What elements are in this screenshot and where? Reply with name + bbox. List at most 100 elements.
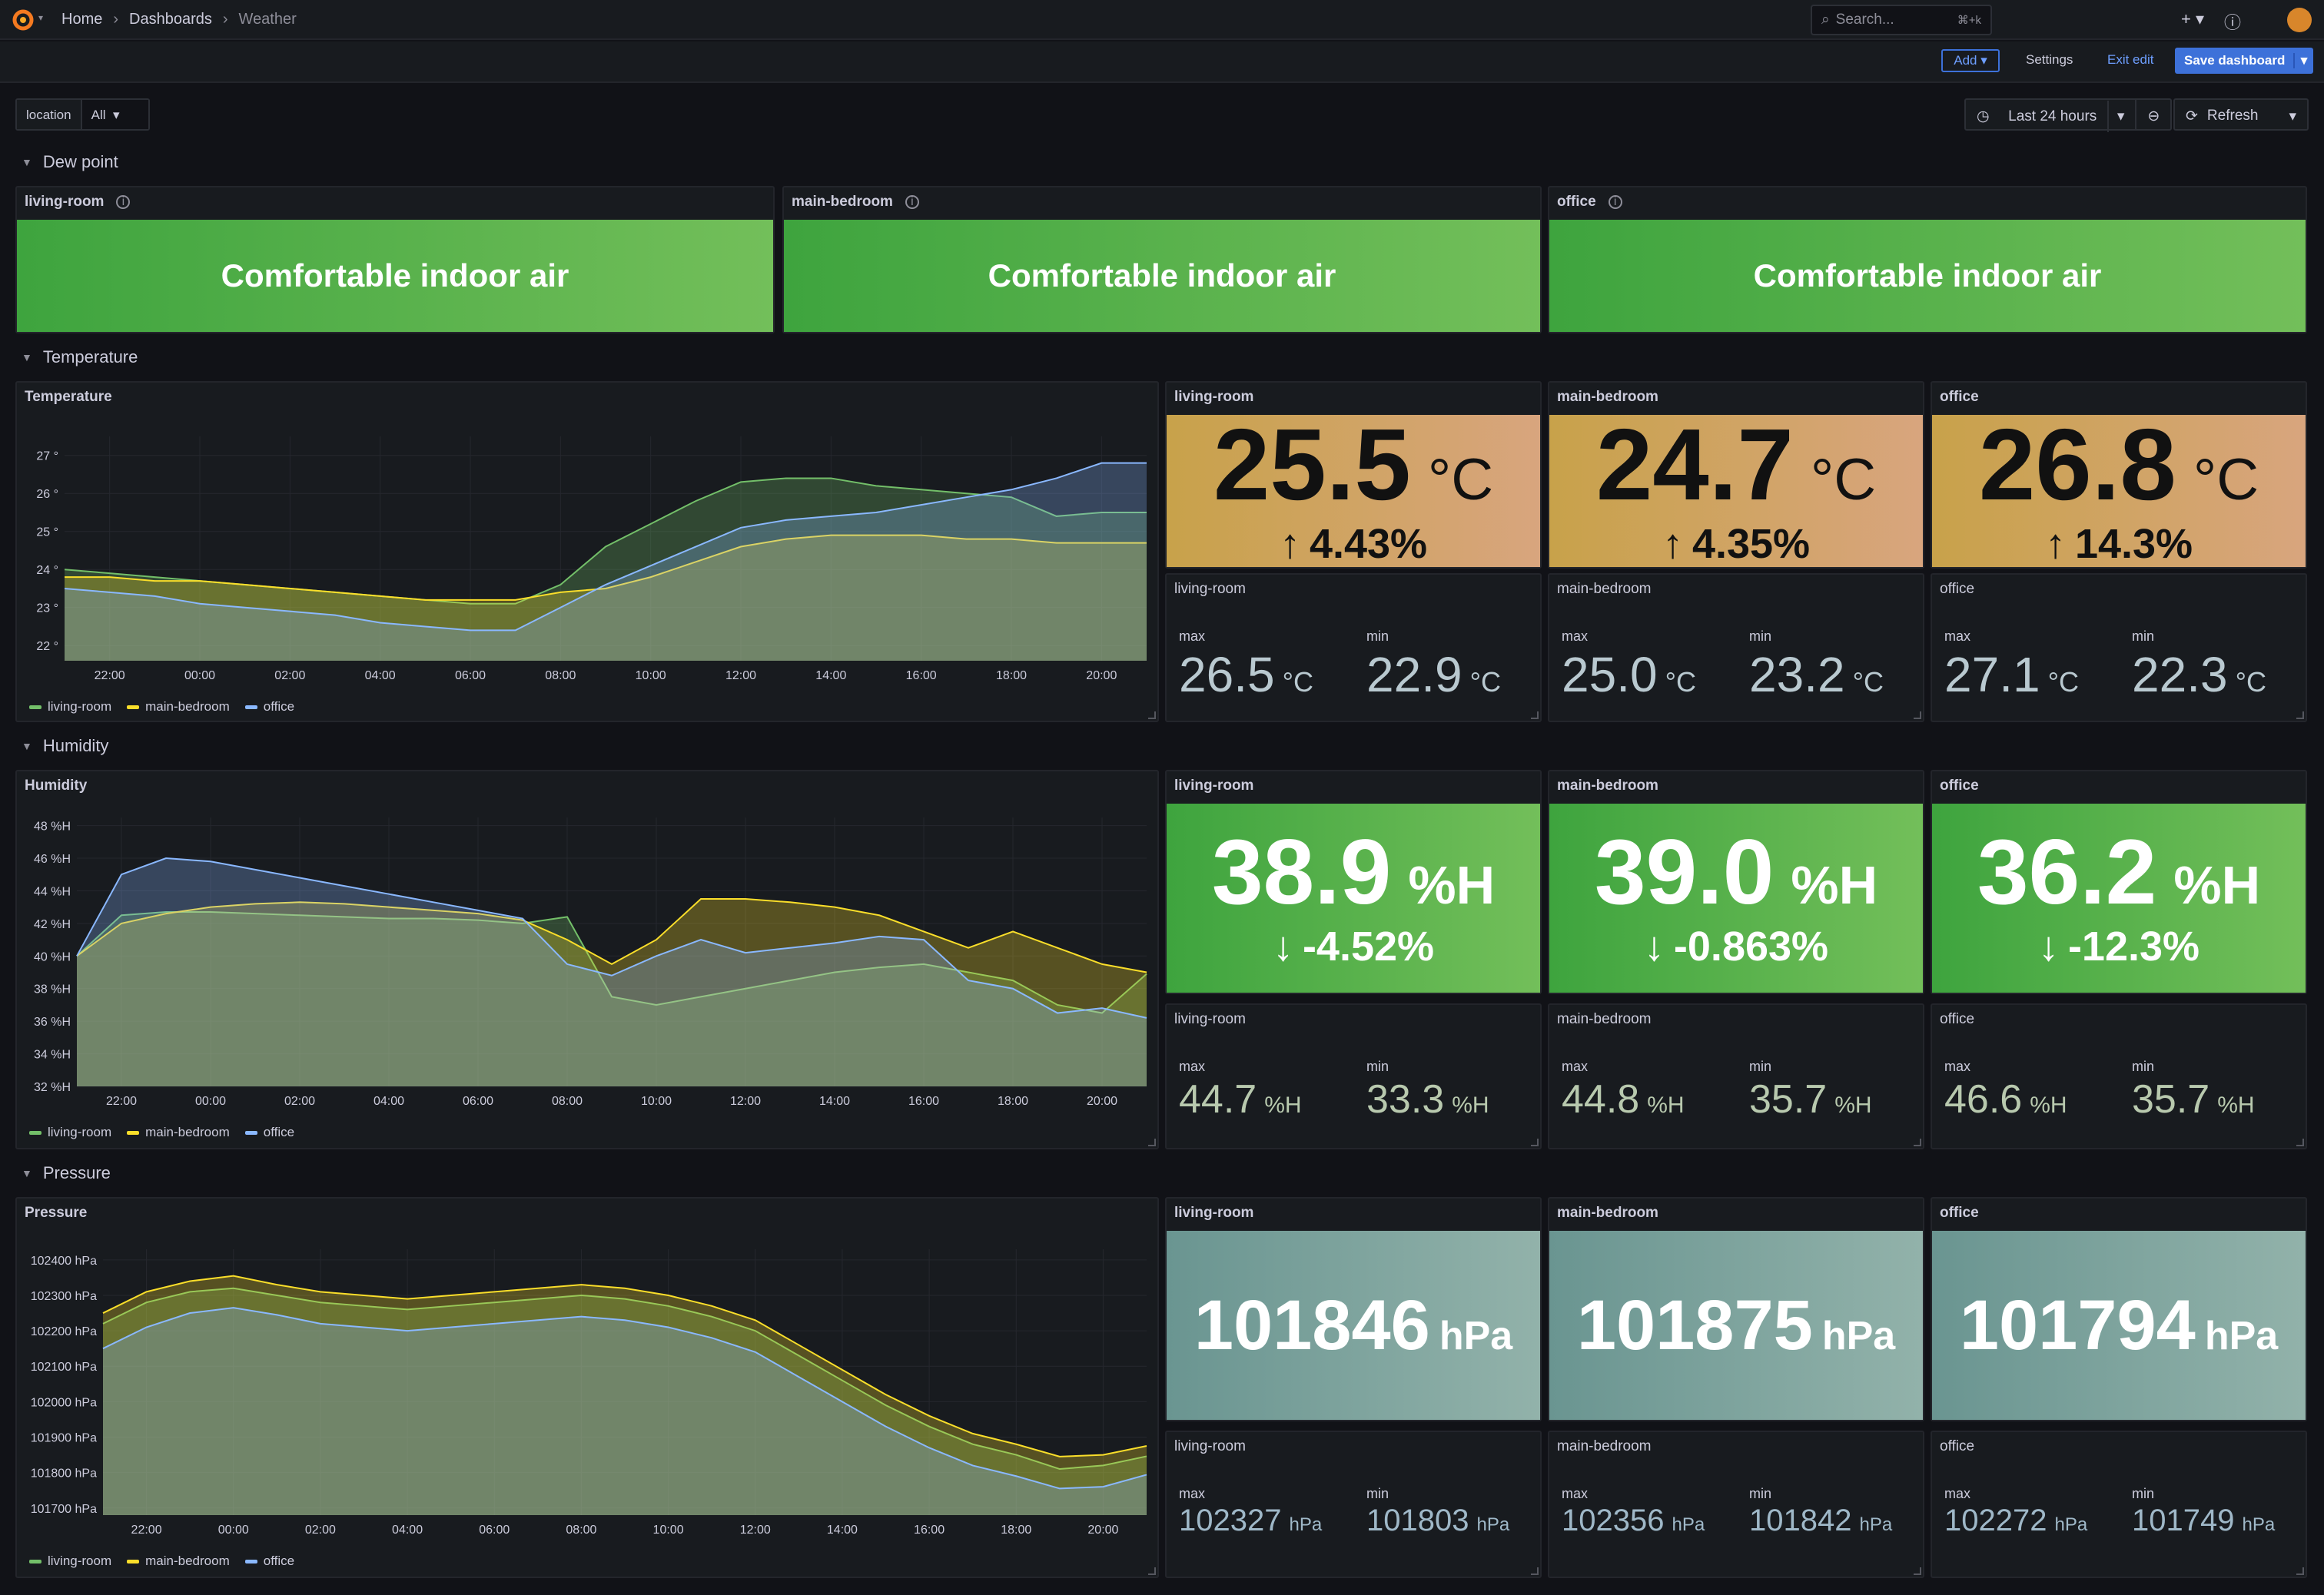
chart-svg: 22 ° 23 ° 24 ° 25 ° 26 ° 27 ° 22:00 00:00 02:00 0… (36, 436, 1147, 682)
resize-handle[interactable] (1914, 1567, 1921, 1575)
resize-handle[interactable] (1531, 711, 1539, 719)
info-icon[interactable]: i (1608, 195, 1622, 209)
resize-handle[interactable] (1914, 711, 1921, 719)
location-variable[interactable]: location All ▾ (15, 98, 150, 131)
resize-handle[interactable] (1531, 1139, 1539, 1146)
min-value: 35.7 (1749, 1077, 1828, 1122)
arrow-up-icon: ↑ (2044, 521, 2066, 567)
pressure-stat-panel: office 101794 hPa (1931, 1197, 2307, 1421)
time-picker[interactable]: ◷ Last 24 hours ▾ ⊖ (1964, 98, 2173, 132)
min-value: 35.7 (2132, 1077, 2210, 1122)
chart-svg: 32 %H 34 %H 36 %H 38 %H 40 %H 42 %H 44 %H 46 %H… (34, 817, 1147, 1108)
chevron-down-icon[interactable]: ▼ (22, 156, 32, 168)
chevron-down-icon[interactable]: ▾ (2289, 108, 2296, 124)
resize-handle[interactable] (2296, 1139, 2304, 1146)
avatar[interactable] (2287, 8, 2312, 32)
legend-swatch (127, 1130, 140, 1135)
save-dashboard-button[interactable]: Save dashboard ▾ (2175, 48, 2313, 74)
humidity-chart-panel: 32 %H 34 %H 36 %H 38 %H 40 %H 42 %H 44 %H 46 %H… (15, 770, 1159, 1149)
panel-title: office (1940, 1011, 1975, 1027)
info-icon[interactable]: i (905, 195, 919, 209)
legend-item[interactable]: main-bedroom (127, 1125, 230, 1140)
min-value: 22.9 (1366, 647, 1462, 702)
panel-title: office (1940, 389, 1979, 405)
y-tick-label: 42 %H (34, 918, 71, 931)
x-tick-label: 22:00 (95, 669, 125, 682)
x-tick-label: 08:00 (552, 1095, 583, 1108)
dew-panel-living-room: living-room i Comfortable indoor air (15, 186, 775, 333)
stat-number: 101875 (1576, 1286, 1813, 1365)
x-tick-label: 14:00 (819, 1095, 850, 1108)
row-header-temperature[interactable]: ▼ Temperature (22, 347, 138, 367)
chevron-down-icon[interactable]: ▼ (22, 1167, 32, 1179)
max-stat: max 25.0 °C (1562, 628, 1696, 703)
row-header-humidity[interactable]: ▼ Humidity (22, 736, 108, 756)
breadcrumb-dashboards[interactable]: Dashboards (129, 11, 212, 28)
resize-handle[interactable] (1148, 1567, 1156, 1575)
stat-number: 39.0 (1594, 821, 1775, 924)
arrow-down-icon: ↓ (1643, 924, 1665, 970)
resize-handle[interactable] (1148, 711, 1156, 719)
x-tick-label: 04:00 (365, 669, 396, 682)
legend-item[interactable]: office (244, 1125, 294, 1140)
settings-button[interactable]: Settings (2026, 52, 2073, 68)
chevron-down-icon[interactable]: ▼ (22, 740, 32, 752)
stat-value-box: 38.9 %H ↓ -4.52% (1167, 804, 1540, 993)
stat-value: 101794 hPa (1960, 1290, 2278, 1361)
row-header-pressure[interactable]: ▼ Pressure (22, 1163, 111, 1183)
resize-handle[interactable] (1531, 1567, 1539, 1575)
breadcrumb-home[interactable]: Home (61, 11, 102, 28)
legend-item[interactable]: office (244, 699, 294, 715)
y-tick-label: 102000 hPa (31, 1396, 97, 1409)
help-icon[interactable]: ⓘ (2224, 9, 2241, 34)
x-tick-label: 22:00 (106, 1095, 137, 1108)
panel-title: office (1940, 778, 1979, 794)
legend-item[interactable]: living-room (29, 1554, 111, 1569)
refresh-button[interactable]: ⟳ Refresh ▾ (2173, 98, 2309, 131)
legend-item[interactable]: living-room (29, 1125, 111, 1140)
chevron-down-icon[interactable]: ▾ (2293, 53, 2313, 68)
panel-title: main-bedroom (1557, 1011, 1652, 1027)
y-tick-label: 38 %H (34, 983, 71, 996)
exit-edit-button[interactable]: Exit edit (2107, 52, 2153, 68)
min-label: min (2132, 628, 2155, 644)
resize-handle[interactable] (1914, 1139, 1921, 1146)
x-tick-label: 20:00 (1087, 1095, 1117, 1108)
variable-select[interactable]: All ▾ (81, 100, 148, 129)
max-stat: max 44.7 %H (1179, 1059, 1302, 1122)
stat-value: 24.7 °C (1596, 414, 1876, 516)
refresh-label: Refresh (2206, 108, 2259, 124)
add-button[interactable]: Add ▾ (1941, 49, 2000, 72)
y-tick-label: 102100 hPa (31, 1361, 97, 1374)
grafana-logo-icon[interactable] (11, 8, 35, 32)
max-label: max (1944, 1059, 1971, 1074)
min-stat: min 101803 hPa (1366, 1486, 1509, 1538)
time-range[interactable]: ◷ Last 24 hours ▾ (1966, 100, 2137, 132)
zoom-out-icon[interactable]: ⊖ (2136, 100, 2170, 129)
y-tick-label: 36 %H (34, 1016, 71, 1029)
row-header-dew-point[interactable]: ▼ Dew point (22, 152, 118, 172)
legend-item[interactable]: living-room (29, 699, 111, 715)
logo-chevron-icon[interactable]: ▾ (38, 12, 43, 23)
resize-handle[interactable] (1148, 1139, 1156, 1146)
chevron-down-icon[interactable]: ▼ (22, 351, 32, 363)
legend-item[interactable]: main-bedroom (127, 699, 230, 715)
resize-handle[interactable] (2296, 711, 2304, 719)
min-unit: %H (1452, 1093, 1489, 1118)
stat-number: 24.7 (1595, 408, 1794, 521)
max-label: max (1179, 1059, 1206, 1074)
legend-item[interactable]: office (244, 1554, 294, 1569)
y-tick-label: 24 ° (36, 564, 58, 577)
search-input[interactable]: ⌕ Search... ⌘+k (1811, 5, 1992, 35)
min-value: 33.3 (1366, 1077, 1445, 1122)
resize-handle[interactable] (2296, 1567, 2304, 1575)
temperature-stat-panel: main-bedroom 24.7 °C ↑ 4.35% (1548, 381, 1924, 569)
legend-label: main-bedroom (145, 1554, 230, 1568)
add-button-label: Add (1954, 53, 1977, 68)
legend-label: living-room (48, 1554, 112, 1568)
info-icon[interactable]: i (116, 195, 131, 209)
new-plus-icon[interactable]: + ▾ (2181, 9, 2204, 34)
x-tick-label: 02:00 (284, 1095, 315, 1108)
max-value: 102356 (1562, 1504, 1665, 1537)
legend-item[interactable]: main-bedroom (127, 1554, 230, 1569)
